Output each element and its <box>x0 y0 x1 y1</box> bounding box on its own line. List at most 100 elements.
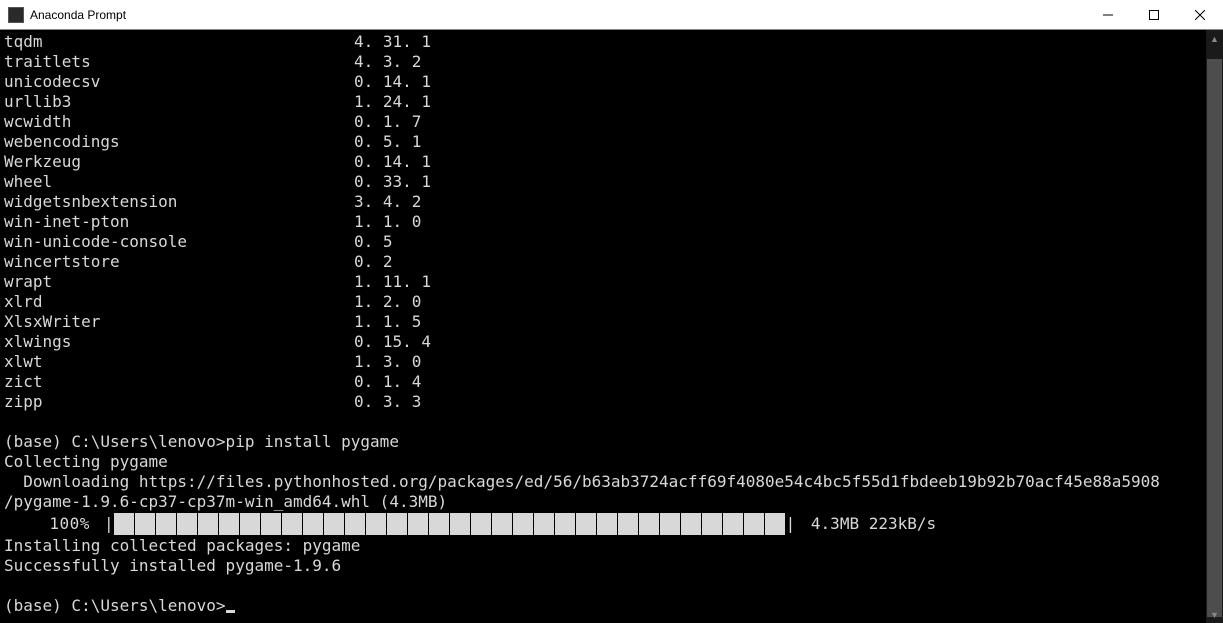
progress-block <box>429 513 449 535</box>
progress-block <box>723 513 743 535</box>
package-version: 0. 1. 4 <box>354 372 421 392</box>
package-name: widgetsnbextension <box>4 192 354 212</box>
package-name: Werkzeug <box>4 152 354 172</box>
terminal-output[interactable]: tqdm4. 31. 1traitlets4. 3. 2unicodecsv0.… <box>0 30 1206 623</box>
package-version: 4. 3. 2 <box>354 52 421 72</box>
progress-block <box>702 513 722 535</box>
close-button[interactable] <box>1177 0 1223 29</box>
window-controls <box>1085 0 1223 29</box>
vertical-scrollbar[interactable]: ▲ ▼ <box>1206 30 1223 623</box>
progress-block <box>261 513 281 535</box>
package-name: xlwt <box>4 352 354 372</box>
maximize-button[interactable] <box>1131 0 1177 29</box>
prompt-line-current[interactable]: (base) C:\Users\lenovo> <box>4 596 1202 616</box>
package-version: 0. 5 <box>354 232 393 252</box>
package-name: zipp <box>4 392 354 412</box>
progress-block <box>597 513 617 535</box>
package-line: wrapt1. 11. 1 <box>4 272 1202 292</box>
package-line: tqdm4. 31. 1 <box>4 32 1202 52</box>
maximize-icon <box>1149 10 1159 20</box>
progress-block <box>387 513 407 535</box>
progress-block <box>765 513 785 535</box>
package-version: 0. 14. 1 <box>354 72 431 92</box>
package-version: 0. 3. 3 <box>354 392 421 412</box>
progress-block <box>282 513 302 535</box>
package-line: Werkzeug0. 14. 1 <box>4 152 1202 172</box>
package-line: widgetsnbextension3. 4. 2 <box>4 192 1202 212</box>
package-name: unicodecsv <box>4 72 354 92</box>
package-name: wrapt <box>4 272 354 292</box>
progress-block <box>345 513 365 535</box>
scroll-up-arrow[interactable]: ▲ <box>1206 30 1223 47</box>
package-line: win-inet-pton1. 1. 0 <box>4 212 1202 232</box>
package-name: tqdm <box>4 32 354 52</box>
package-line: xlwings0. 15. 4 <box>4 332 1202 352</box>
package-name: xlwings <box>4 332 354 352</box>
package-name: XlsxWriter <box>4 312 354 332</box>
progress-block <box>660 513 680 535</box>
progress-block <box>618 513 638 535</box>
progress-block <box>303 513 323 535</box>
installing-line: Installing collected packages: pygame <box>4 536 1202 556</box>
success-line: Successfully installed pygame-1.9.6 <box>4 556 1202 576</box>
progress-percent: 100% <box>4 512 104 536</box>
progress-block <box>534 513 554 535</box>
package-version: 0. 15. 4 <box>354 332 431 352</box>
scrollbar-thumb[interactable] <box>1207 59 1222 617</box>
package-version: 1. 24. 1 <box>354 92 431 112</box>
progress-bar <box>114 513 786 535</box>
cursor <box>226 610 235 613</box>
window-titlebar: Anaconda Prompt <box>0 0 1223 30</box>
minimize-icon <box>1103 10 1113 20</box>
package-version: 1. 11. 1 <box>354 272 431 292</box>
progress-stats: 4.3MB 223kB/s <box>801 512 936 536</box>
progress-bar-right-delim: | <box>786 512 796 536</box>
window-title: Anaconda Prompt <box>30 8 1085 22</box>
progress-block <box>177 513 197 535</box>
progress-block <box>471 513 491 535</box>
package-version: 0. 1. 7 <box>354 112 421 132</box>
package-line: XlsxWriter1. 1. 5 <box>4 312 1202 332</box>
package-line: xlrd1. 2. 0 <box>4 292 1202 312</box>
progress-block <box>114 513 134 535</box>
minimize-button[interactable] <box>1085 0 1131 29</box>
package-version: 0. 14. 1 <box>354 152 431 172</box>
package-name: xlrd <box>4 292 354 312</box>
progress-block <box>492 513 512 535</box>
package-version: 1. 2. 0 <box>354 292 421 312</box>
progress-block <box>576 513 596 535</box>
package-name: win-inet-pton <box>4 212 354 232</box>
blank-line <box>4 576 1202 596</box>
app-icon <box>8 7 24 23</box>
progress-block <box>513 513 533 535</box>
package-name: wcwidth <box>4 112 354 132</box>
progress-bar-left-delim: | <box>104 512 114 536</box>
downloading-line-2: /pygame-1.9.6-cp37-cp37m-win_amd64.whl (… <box>4 492 1202 512</box>
package-line: wincertstore0. 2 <box>4 252 1202 272</box>
package-version: 0. 2 <box>354 252 393 272</box>
package-version: 4. 31. 1 <box>354 32 431 52</box>
progress-block <box>198 513 218 535</box>
package-line: urllib31. 24. 1 <box>4 92 1202 112</box>
package-name: urllib3 <box>4 92 354 112</box>
package-name: wincertstore <box>4 252 354 272</box>
close-icon <box>1195 10 1205 20</box>
progress-block <box>555 513 575 535</box>
prompt-line: (base) C:\Users\lenovo>pip install pygam… <box>4 432 1202 452</box>
package-version: 3. 4. 2 <box>354 192 421 212</box>
package-line: xlwt1. 3. 0 <box>4 352 1202 372</box>
package-name: win-unicode-console <box>4 232 354 252</box>
progress-block <box>219 513 239 535</box>
package-name: traitlets <box>4 52 354 72</box>
progress-block <box>156 513 176 535</box>
package-line: webencodings0. 5. 1 <box>4 132 1202 152</box>
package-line: unicodecsv0. 14. 1 <box>4 72 1202 92</box>
progress-block <box>450 513 470 535</box>
progress-block <box>240 513 260 535</box>
scroll-down-arrow[interactable]: ▼ <box>1206 606 1223 623</box>
package-version: 0. 33. 1 <box>354 172 431 192</box>
collecting-line: Collecting pygame <box>4 452 1202 472</box>
blank-line <box>4 412 1202 432</box>
progress-block <box>366 513 386 535</box>
package-name: zict <box>4 372 354 392</box>
